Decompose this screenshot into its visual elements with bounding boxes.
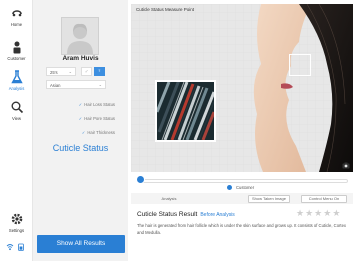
status-item-hair-thickness[interactable]: ✓ Hair Thickness <box>33 130 115 135</box>
rating-stars: ★★★★★ <box>296 208 341 219</box>
gender-male-toggle[interactable]: ♂ <box>81 67 92 76</box>
hand-wave-icon <box>11 10 22 17</box>
gear-icon <box>11 213 22 225</box>
analysis-button[interactable]: Analysis <box>149 195 189 203</box>
chevron-down-icon: ⌄ <box>68 69 72 74</box>
ethnicity-select[interactable]: Asian ⌄ <box>46 80 106 89</box>
flask-icon <box>10 70 23 84</box>
left-nav: Home Customer Analysis View Settings <box>0 0 33 261</box>
control-menu-button[interactable]: Control Menu On <box>301 195 347 203</box>
gender-female-toggle[interactable]: ♀ <box>94 67 105 76</box>
age-select[interactable]: 25's ⌄ <box>46 67 76 76</box>
check-icon: ✓ <box>78 116 83 121</box>
nav-label-analysis: Analysis <box>8 86 25 91</box>
nav-label-settings: Settings <box>8 228 25 233</box>
avatar <box>61 17 99 55</box>
check-icon: ✓ <box>78 102 83 107</box>
female-icon: ♀ <box>97 68 102 74</box>
camera-icon[interactable] <box>342 162 350 169</box>
star-icon: ★ <box>323 208 333 218</box>
nav-item-customer[interactable]: Customer <box>0 40 33 61</box>
search-icon <box>11 101 23 114</box>
star-icon: ★ <box>332 208 342 218</box>
show-taken-image-button[interactable]: Show Taken Image <box>248 195 290 203</box>
microscope-image[interactable] <box>155 80 216 142</box>
customer-name: Aram Huvis <box>62 55 99 62</box>
status-label: Hair Loss Status <box>84 102 115 107</box>
age-value: 25's <box>50 70 58 75</box>
ethnicity-value: Asian <box>50 83 61 88</box>
result-title: Cuticle Status Result <box>137 211 198 218</box>
nav-item-analysis[interactable]: Analysis <box>0 70 33 91</box>
status-item-hair-loss[interactable]: ✓ Hair Loss Status <box>33 102 115 107</box>
result-heading: Cuticle Status Result Before Analysis <box>137 211 235 218</box>
viewer-title: Cuticle Status Measure Point <box>136 7 195 12</box>
result-subtitle: Before Analysis <box>200 212 235 218</box>
star-icon: ★ <box>314 208 324 218</box>
male-icon: ♂ <box>84 69 89 75</box>
main-panel: Cuticle Status Measure Point Customer An… <box>131 0 355 261</box>
result-description: The hair is generated from hair follicle… <box>137 223 347 235</box>
zoom-slider-handle[interactable] <box>136 175 145 184</box>
chevron-down-icon: ⌄ <box>98 82 102 87</box>
nav-label-view: View <box>11 116 21 121</box>
nav-item-home[interactable]: Home <box>0 6 33 27</box>
current-status-title: Cuticle Status <box>52 143 109 153</box>
status-label: Hair Pore Status <box>84 116 115 121</box>
nav-item-view[interactable]: View <box>0 100 33 121</box>
hair-cuticle-magnified <box>157 82 214 140</box>
status-item-hair-pore[interactable]: ✓ Hair Pore Status <box>33 116 115 121</box>
status-label: Hair Thickness <box>87 130 115 135</box>
zoom-slider-track[interactable] <box>141 179 348 183</box>
show-all-results-button[interactable]: Show All Results <box>37 235 125 253</box>
user-silhouette-icon <box>67 23 93 54</box>
radio-selected-icon <box>227 185 232 191</box>
star-icon: ★ <box>296 208 306 218</box>
nav-label-customer: Customer <box>7 56 26 61</box>
nav-label-home: Home <box>10 22 23 27</box>
person-icon <box>13 41 20 54</box>
battery-icon <box>18 243 24 251</box>
image-viewer[interactable]: Cuticle Status Measure Point <box>131 4 353 172</box>
check-icon: ✓ <box>81 130 86 135</box>
star-icon: ★ <box>305 208 315 218</box>
profile-panel: Aram Huvis 25's ⌄ ♂ ♀ Asian ⌄ ✓ Hair Loss… <box>33 0 128 261</box>
wifi-icon <box>6 244 14 251</box>
customer-radio-label: Customer <box>236 185 255 190</box>
customer-radio[interactable]: Customer <box>227 185 255 191</box>
measure-point-marker[interactable] <box>289 54 311 76</box>
nav-item-settings[interactable]: Settings <box>0 212 33 233</box>
